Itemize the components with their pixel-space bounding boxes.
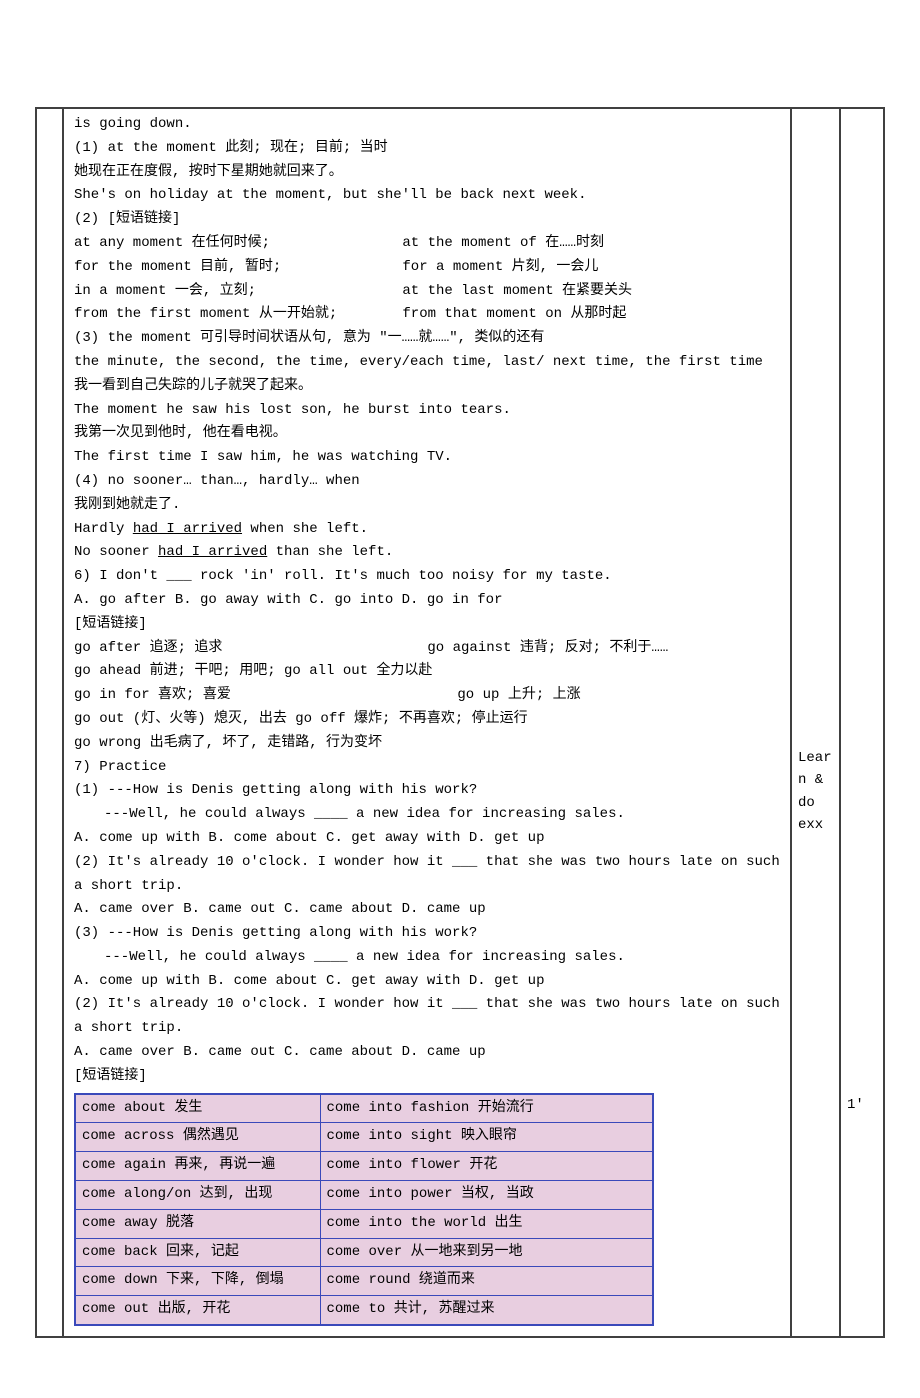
note-line: do xyxy=(798,795,815,811)
table-row: come out 出版, 开花come to 共计, 苏醒过来 xyxy=(75,1296,653,1325)
question-line: ---Well, he could always ____ a new idea… xyxy=(74,946,780,970)
answer-options: A. come up with B. come about C. get awa… xyxy=(74,827,780,851)
lesson-table: is going down. (1) at the moment 此刻; 现在;… xyxy=(35,107,885,1338)
table-row: come along/on 达到, 出现come into power 当权, … xyxy=(75,1181,653,1210)
come-phrase-table: come about 发生come into fashion 开始流行come … xyxy=(74,1093,654,1326)
answer-options: A. come up with B. come about C. get awa… xyxy=(74,970,780,994)
tbl-col-left xyxy=(37,109,64,1336)
text-line: A. go after B. go away with C. go into D… xyxy=(74,589,780,613)
question-line: (1) ---How is Denis getting along with h… xyxy=(74,779,780,803)
phrase-left: from the first moment 从一开始就; xyxy=(74,303,394,327)
table-row: come away 脱落come into the world 出生 xyxy=(75,1209,653,1238)
text-line: 我一看到自己失踪的儿子就哭了起来。 xyxy=(74,375,780,399)
text-line: (4) no sooner… than…, hardly… when xyxy=(74,470,780,494)
margin-note: Lear n & do exx xyxy=(798,747,832,837)
text-line: 我刚到她就走了. xyxy=(74,494,780,518)
phrase-cell: come into sight 映入眼帘 xyxy=(320,1123,653,1152)
answer-options: A. came over B. came out C. came about D… xyxy=(74,1041,780,1065)
underline-text: had I arrived xyxy=(133,521,242,537)
text-span: No sooner xyxy=(74,544,158,560)
phrase-cell: come into fashion 开始流行 xyxy=(320,1094,653,1123)
phrase-cell: come into power 当权, 当政 xyxy=(320,1181,653,1210)
table-row: come again 再来, 再说一遍come into flower 开花 xyxy=(75,1152,653,1181)
phrase-row: from the first moment 从一开始就; from that m… xyxy=(74,303,780,327)
question-line: ---Well, he could always ____ a new idea… xyxy=(74,803,780,827)
phrase-cell: come back 回来, 记起 xyxy=(75,1238,320,1267)
note-line: exx xyxy=(798,817,823,833)
question-line: (2) It's already 10 o'clock. I wonder ho… xyxy=(74,851,780,899)
phrase-row: go ahead 前进; 干吧; 用吧; go all out 全力以赴 xyxy=(74,660,780,684)
question-line: (3) ---How is Denis getting along with h… xyxy=(74,922,780,946)
phrase-cell: come across 偶然遇见 xyxy=(75,1123,320,1152)
text-line: 6) I don't ___ rock 'in' roll. It's much… xyxy=(74,565,780,589)
text-line: (1) at the moment 此刻; 现在; 目前; 当时 xyxy=(74,137,780,161)
phrase-row: in a moment 一会, 立刻; at the last moment 在… xyxy=(74,280,780,304)
text-line: Hardly had I arrived when she left. xyxy=(74,518,780,542)
question-line: (2) It's already 10 o'clock. I wonder ho… xyxy=(74,993,780,1041)
text-line: is going down. xyxy=(74,113,780,137)
text-line: 她现在正在度假, 按时下星期她就回来了。 xyxy=(74,161,780,185)
text-line: the minute, the second, the time, every/… xyxy=(74,351,780,375)
phrase-cell: come about 发生 xyxy=(75,1094,320,1123)
phrase-right: go against 违背; 反对; 不利于…… xyxy=(427,637,668,661)
table-row: come across 偶然遇见come into sight 映入眼帘 xyxy=(75,1123,653,1152)
text-span: Hardly xyxy=(74,521,133,537)
table-row: come down 下来, 下降, 倒塌come round 绕道而来 xyxy=(75,1267,653,1296)
phrase-row: go out (灯、火等) 熄灭, 出去 go off 爆炸; 不再喜欢; 停止… xyxy=(74,708,780,732)
text-line: The first time I saw him, he was watchin… xyxy=(74,446,780,470)
phrase-cell: come over 从一地来到另一地 xyxy=(320,1238,653,1267)
phrase-row: go in for 喜欢; 喜爱 go up 上升; 上涨 xyxy=(74,684,780,708)
phrase-left: for the moment 目前, 暂时; xyxy=(74,256,394,280)
underline-text: had I arrived xyxy=(158,544,267,560)
phrase-left: go after 追逐; 追求 xyxy=(74,637,419,661)
text-line: 我第一次见到他时, 他在看电视。 xyxy=(74,422,780,446)
phrase-link-label: [短语链接] xyxy=(74,1065,780,1089)
phrase-cell: come into flower 开花 xyxy=(320,1152,653,1181)
phrase-row: at any moment 在任何时候; at the moment of 在…… xyxy=(74,232,780,256)
phrase-left: in a moment 一会, 立刻; xyxy=(74,280,394,304)
phrase-cell: come to 共计, 苏醒过来 xyxy=(320,1296,653,1325)
phrase-right: at the last moment 在紧要关头 xyxy=(402,280,632,304)
table-row: come about 发生come into fashion 开始流行 xyxy=(75,1094,653,1123)
tbl-col-note1: Lear n & do exx xyxy=(792,109,841,1336)
phrase-row: go after 追逐; 追求 go against 违背; 反对; 不利于…… xyxy=(74,637,780,661)
phrase-cell: come along/on 达到, 出现 xyxy=(75,1181,320,1210)
phrase-row: for the moment 目前, 暂时; for a moment 片刻, … xyxy=(74,256,780,280)
note-line: Lear xyxy=(798,750,832,766)
text-line: The moment he saw his lost son, he burst… xyxy=(74,399,780,423)
tbl-col-note2: 1' xyxy=(841,109,883,1336)
phrase-cell: come again 再来, 再说一遍 xyxy=(75,1152,320,1181)
note-line: n & xyxy=(798,772,823,788)
answer-options: A. came over B. came out C. came about D… xyxy=(74,898,780,922)
table-row: come back 回来, 记起come over 从一地来到另一地 xyxy=(75,1238,653,1267)
margin-note: 1' xyxy=(847,1094,864,1116)
text-line: (3) the moment 可引导时间状语从句, 意为 "一……就……", 类… xyxy=(74,327,780,351)
phrase-right: go up 上升; 上涨 xyxy=(457,684,580,708)
tbl-col-main: is going down. (1) at the moment 此刻; 现在;… xyxy=(64,109,792,1336)
text-line: (2) [短语链接] xyxy=(74,208,780,232)
phrase-right: at the moment of 在……时刻 xyxy=(402,232,604,256)
text-line: [短语链接] xyxy=(74,613,780,637)
practice-heading: 7) Practice xyxy=(74,756,780,780)
text-span: when she left. xyxy=(242,521,368,537)
phrase-cell: come into the world 出生 xyxy=(320,1209,653,1238)
phrase-right: for a moment 片刻, 一会儿 xyxy=(402,256,598,280)
phrase-cell: come round 绕道而来 xyxy=(320,1267,653,1296)
phrase-right: from that moment on 从那时起 xyxy=(402,303,626,327)
text-span: than she left. xyxy=(267,544,393,560)
phrase-row: go wrong 出毛病了, 坏了, 走错路, 行为变坏 xyxy=(74,732,780,756)
phrase-cell: come out 出版, 开花 xyxy=(75,1296,320,1325)
phrase-cell: come away 脱落 xyxy=(75,1209,320,1238)
text-line: No sooner had I arrived than she left. xyxy=(74,541,780,565)
phrase-cell: come down 下来, 下降, 倒塌 xyxy=(75,1267,320,1296)
phrase-left: at any moment 在任何时候; xyxy=(74,232,394,256)
phrase-left: go in for 喜欢; 喜爱 xyxy=(74,684,449,708)
text-line: She's on holiday at the moment, but she'… xyxy=(74,184,780,208)
